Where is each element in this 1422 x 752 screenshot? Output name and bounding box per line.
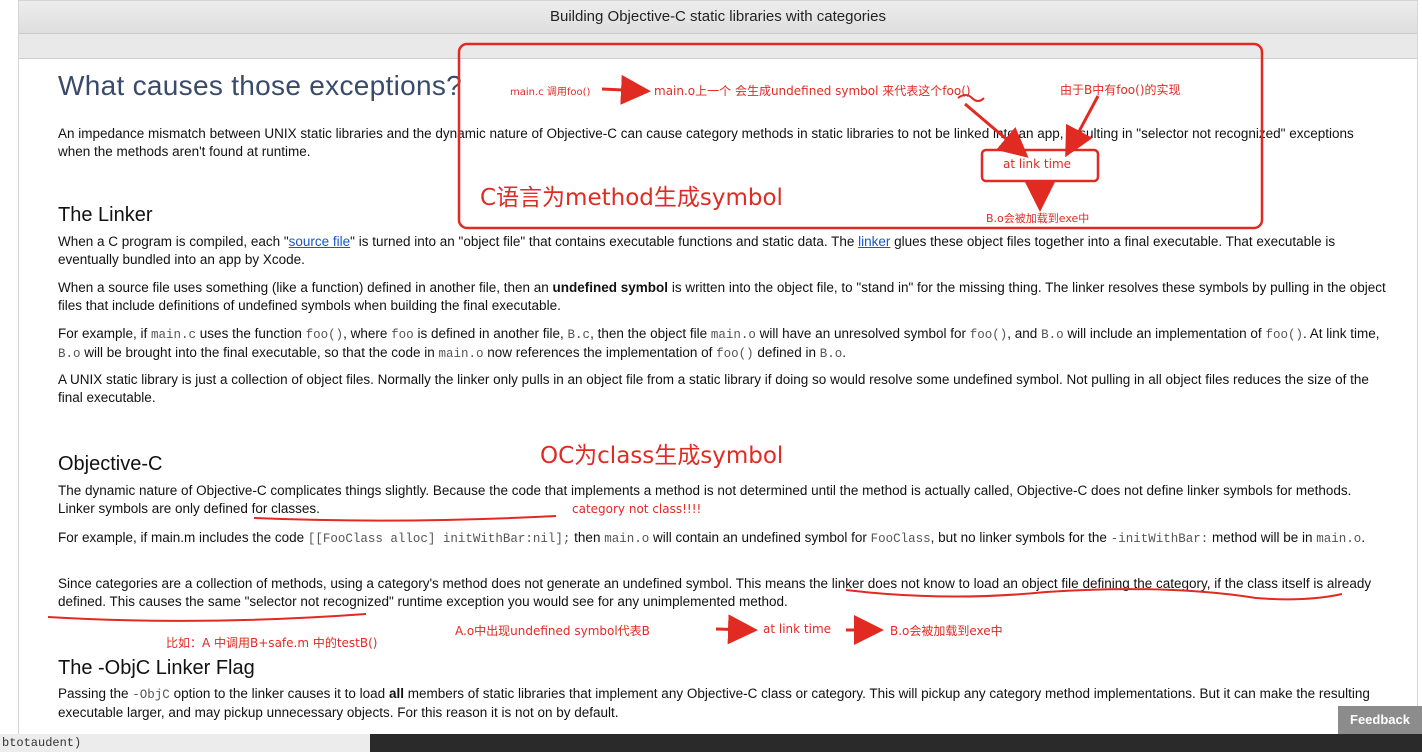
text: . At link time,	[1302, 326, 1380, 341]
bold-term: undefined symbol	[552, 280, 669, 295]
annotation-at-link-time-box: at link time	[1003, 157, 1072, 171]
inline-code: foo()	[969, 328, 1008, 342]
inline-code: main.o	[604, 532, 650, 546]
linker-paragraph-2: When a source file uses something (like …	[58, 279, 1388, 315]
annotation-b-has-impl: 由于B中有foo()的实现	[1060, 83, 1181, 97]
inline-code: main.c	[151, 328, 197, 342]
linker-paragraph-4: A UNIX static library is just a collecti…	[58, 372, 1369, 405]
linker-paragraph-3: For example, if main.c uses the function…	[58, 325, 1388, 363]
text: then	[570, 530, 605, 545]
text: Passing the	[58, 686, 133, 701]
objc-paragraph-1: The dynamic nature of Objective-C compli…	[58, 483, 1352, 516]
feedback-button[interactable]: Feedback	[1338, 706, 1422, 734]
source-file-link[interactable]: source file	[289, 234, 351, 249]
annotation-at-link-time-bottom: at link time	[763, 622, 832, 636]
text: , and	[1007, 326, 1042, 341]
text: , where	[343, 326, 392, 341]
annotation-b-o-loaded-top: B.o会被加载到exe中	[986, 212, 1090, 225]
bold-term: all	[388, 686, 404, 701]
inline-code: [[FooClass alloc] initWithBar:nil];	[307, 532, 571, 546]
text: is defined in another file,	[413, 326, 568, 341]
text: will have an unresolved symbol for	[755, 326, 970, 341]
terminal-text: btotaudent)	[2, 736, 82, 750]
objc-paragraph-3: Since categories are a collection of met…	[58, 576, 1372, 609]
inline-code: B.o	[1041, 328, 1064, 342]
section-heading-linker: The Linker	[58, 204, 153, 226]
inline-code: foo()	[1265, 328, 1303, 342]
inline-code: -ObjC	[132, 688, 170, 702]
inline-code: main.o	[1316, 532, 1362, 546]
text: When a source file uses something (like …	[58, 280, 553, 295]
inline-code: main.o	[438, 347, 484, 361]
text: For example, if main.m includes the code	[58, 530, 308, 545]
text: uses the function	[196, 326, 306, 341]
text: defined in	[753, 345, 820, 360]
text: .	[1361, 530, 1366, 545]
section-heading-objc-flag: The -ObjC Linker Flag	[58, 657, 255, 679]
inline-code: foo	[391, 328, 414, 342]
text: For example, if	[58, 326, 152, 341]
linker-link[interactable]: linker	[858, 234, 890, 249]
text: will contain an undefined symbol for	[649, 530, 871, 545]
intro-paragraph: An impedance mismatch between UNIX stati…	[58, 126, 1354, 159]
text: will include an implementation of	[1063, 326, 1266, 341]
annotation-oc-class-symbol: OC为class生成symbol	[540, 443, 784, 469]
background-terminal-strip: btotaudent)	[0, 734, 1422, 752]
inline-code: FooClass	[870, 532, 931, 546]
text: option to the linker causes it to load	[169, 686, 389, 701]
inline-code: B.o	[819, 347, 843, 361]
page-title: What causes those exceptions?	[58, 70, 463, 101]
inline-code: foo()	[716, 347, 754, 361]
text: now references the implementation of	[483, 345, 717, 360]
text: , then the object file	[590, 326, 711, 341]
text: When a C program is compiled, each "	[58, 234, 289, 249]
annotation-example-b: 比如：A 中调用B+safe.m 中的testB()	[166, 636, 378, 650]
annotation-main-c-call: main.c 调用foo()	[510, 87, 591, 98]
annotation-b-o-loaded-bottom: B.o会被加载到exe中	[890, 624, 1003, 638]
text: method will be in	[1208, 530, 1317, 545]
flag-paragraph-1: Passing the -ObjC option to the linker c…	[58, 685, 1388, 722]
linker-paragraph-1: When a C program is compiled, each "sour…	[58, 233, 1388, 269]
text: will be brought into the final executabl…	[80, 345, 439, 360]
annotation-main-o-symbol: main.o上一个 会生成undefined symbol 来代表这个foo()	[654, 84, 971, 98]
inline-code: foo()	[305, 328, 344, 342]
text: .	[842, 345, 846, 360]
inline-code: B.c	[567, 328, 591, 342]
toolbar	[19, 34, 1417, 59]
annotation-c-method-symbol: C语言为method生成symbol	[480, 185, 783, 211]
text: " is turned into an "object file" that c…	[350, 234, 859, 249]
objc-paragraph-2: For example, if main.m includes the code…	[58, 529, 1388, 548]
inline-code: -initWithBar:	[1110, 532, 1209, 546]
inline-code: main.o	[710, 328, 756, 342]
terminal-light-region: btotaudent)	[0, 734, 370, 752]
section-heading-objc: Objective-C	[58, 453, 163, 475]
inline-code: B.o	[58, 347, 81, 361]
annotation-a-o-undefined: A.o中出现undefined symbol代表B	[455, 624, 650, 638]
window-title: Building Objective-C static libraries wi…	[19, 1, 1417, 34]
text: , but no linker symbols for the	[930, 530, 1111, 545]
annotation-category-not-class: category not class!!!!	[572, 502, 702, 516]
